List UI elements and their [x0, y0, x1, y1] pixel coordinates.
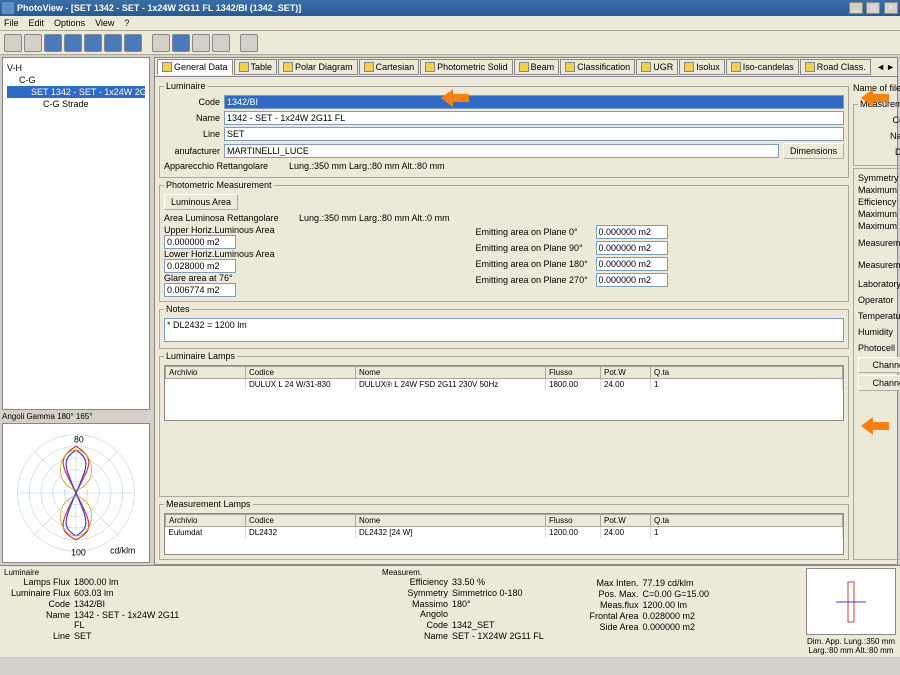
- toolbar-btn-7[interactable]: [124, 34, 142, 52]
- tab-table[interactable]: Table: [234, 59, 278, 75]
- svg-text:100: 100: [71, 547, 86, 557]
- group-legend: Luminaire Lamps: [164, 351, 237, 361]
- table-row[interactable]: EulumdatDL2432DL2432 [24 W]1200.0024.001: [166, 527, 843, 539]
- menubar: File Edit Options View ?: [0, 16, 900, 31]
- tab-icon: [519, 62, 529, 72]
- tab-general[interactable]: General Data: [157, 59, 233, 75]
- photometric-group: Photometric Measurement Luminous Area Ar…: [159, 180, 849, 302]
- tree-node[interactable]: C-G Strade: [7, 98, 145, 110]
- tab-icon: [565, 62, 575, 72]
- scroll-left-icon[interactable]: ◄: [876, 62, 885, 72]
- tab-polar[interactable]: Polar Diagram: [278, 59, 358, 75]
- arrow-icon: [861, 417, 889, 435]
- emit180-input[interactable]: [596, 257, 668, 271]
- properties-group: Symmetry TypeSimmetrico 0-180 Maximum Ga…: [853, 168, 900, 560]
- glare-area-input[interactable]: [164, 283, 236, 297]
- tree-view[interactable]: V-H C-G SET 1342 - SET - 1x24W 2G11 F C-…: [2, 57, 150, 410]
- group-legend: Photometric Measurement: [164, 180, 274, 190]
- table-row[interactable]: DULUX L 24 W/31-830DULUX® L 24W FSD 2G11…: [166, 379, 843, 391]
- svg-text:80: 80: [74, 434, 84, 444]
- tab-icon: [162, 62, 172, 72]
- luminous-area-button[interactable]: Luminous Area: [164, 194, 238, 210]
- meas-lamps-table[interactable]: Archivio Codice Nome Flusso Pot.W Q.ta E…: [164, 513, 844, 555]
- tab-photosolid[interactable]: Photometric Solid: [420, 59, 513, 75]
- notes-textarea[interactable]: * DL2432 = 1200 lm: [164, 318, 844, 342]
- channel2-button[interactable]: Channel 2: [858, 375, 900, 391]
- polar-chart: 80 100 cd/klm: [2, 423, 150, 563]
- status-bar: Luminaire Lamps Flux1800.00 lm Luminaire…: [0, 565, 900, 657]
- toolbar-btn-3[interactable]: [44, 34, 62, 52]
- lower-area-input[interactable]: [164, 259, 236, 273]
- tab-class[interactable]: Classification: [560, 59, 635, 75]
- svg-text:cd/klm: cd/klm: [110, 545, 135, 555]
- manufacturer-input[interactable]: [224, 144, 779, 158]
- code-input[interactable]: [224, 95, 844, 109]
- menu-help[interactable]: ?: [124, 18, 129, 28]
- luminaire-lamps-group: Luminaire Lamps Archivio Codice Nome Flu…: [159, 351, 849, 497]
- tab-icon: [425, 62, 435, 72]
- tab-icon: [805, 62, 815, 72]
- measurement-lamps-group: Measurement Lamps Archivio Codice Nome F…: [159, 499, 849, 560]
- tree-node-selected[interactable]: SET 1342 - SET - 1x24W 2G11 F: [7, 86, 145, 98]
- toolbar-btn-2[interactable]: [24, 34, 42, 52]
- tab-cartesian[interactable]: Cartesian: [359, 59, 420, 75]
- tree-node[interactable]: V-H: [7, 62, 145, 74]
- polar-caption: Angoli Gamma 180° 165°: [2, 412, 150, 421]
- toolbar-btn-6[interactable]: [104, 34, 122, 52]
- toolbar-btn-stop[interactable]: [240, 34, 258, 52]
- minimize-icon[interactable]: _: [849, 2, 863, 14]
- emit270-input[interactable]: [596, 273, 668, 287]
- tab-icon: [283, 62, 293, 72]
- scroll-right-icon[interactable]: ►: [886, 62, 895, 72]
- menu-options[interactable]: Options: [54, 18, 85, 28]
- toolbar-btn-8[interactable]: [152, 34, 170, 52]
- toolbar-btn-1[interactable]: [4, 34, 22, 52]
- tab-icon: [641, 62, 651, 72]
- emit90-input[interactable]: [596, 241, 668, 255]
- app-icon: [2, 2, 14, 14]
- toolbar-btn-9[interactable]: [172, 34, 190, 52]
- tab-icon: [239, 62, 249, 72]
- menu-file[interactable]: File: [4, 18, 19, 28]
- toolbar-btn-5[interactable]: [84, 34, 102, 52]
- tab-beam[interactable]: Beam: [514, 59, 560, 75]
- tab-icon: [731, 62, 741, 72]
- tab-icon: [364, 62, 374, 72]
- measurement-group: Measurem. Code Name Date01/01/1998: [853, 99, 900, 166]
- emit0-input[interactable]: [596, 225, 668, 239]
- close-icon[interactable]: ×: [884, 2, 898, 14]
- tab-ugr[interactable]: UGR: [636, 59, 678, 75]
- tab-road[interactable]: Road Class.: [800, 59, 871, 75]
- tab-icon: [684, 62, 694, 72]
- arrow-icon: [861, 89, 889, 107]
- tabstrip: General Data Table Polar Diagram Cartesi…: [154, 57, 898, 77]
- toolbar: [0, 31, 900, 55]
- lum-lamps-table[interactable]: Archivio Codice Nome Flusso Pot.W Q.ta D…: [164, 365, 844, 421]
- name-input[interactable]: [224, 111, 844, 125]
- toolbar-btn-10[interactable]: [192, 34, 210, 52]
- toolbar-btn-11[interactable]: [212, 34, 230, 52]
- toolbar-btn-4[interactable]: [64, 34, 82, 52]
- arrow-icon: [441, 89, 469, 107]
- upper-area-input[interactable]: [164, 235, 236, 249]
- dimensions-button[interactable]: Dimensions: [783, 143, 844, 159]
- channel1-button[interactable]: Channel 1: [858, 357, 900, 373]
- window-title: PhotoView - [SET 1342 - SET - 1x24W 2G11…: [17, 3, 848, 13]
- maximize-icon[interactable]: □: [866, 2, 880, 14]
- menu-view[interactable]: View: [95, 18, 114, 28]
- group-legend: Measurement Lamps: [164, 499, 253, 509]
- tab-isolux[interactable]: Isolux: [679, 59, 725, 75]
- group-legend: Notes: [164, 304, 192, 314]
- menu-edit[interactable]: Edit: [29, 18, 45, 28]
- notes-group: Notes * DL2432 = 1200 lm: [159, 304, 849, 349]
- line-input[interactable]: [224, 127, 844, 141]
- dimension-icon: [806, 568, 896, 635]
- luminaire-group: Luminaire Code Name Line anufacturerDime…: [159, 81, 849, 178]
- group-legend: Luminaire: [164, 81, 208, 91]
- tab-isocand[interactable]: Iso-candelas: [726, 59, 799, 75]
- titlebar: PhotoView - [SET 1342 - SET - 1x24W 2G11…: [0, 0, 900, 16]
- tree-node[interactable]: C-G: [7, 74, 145, 86]
